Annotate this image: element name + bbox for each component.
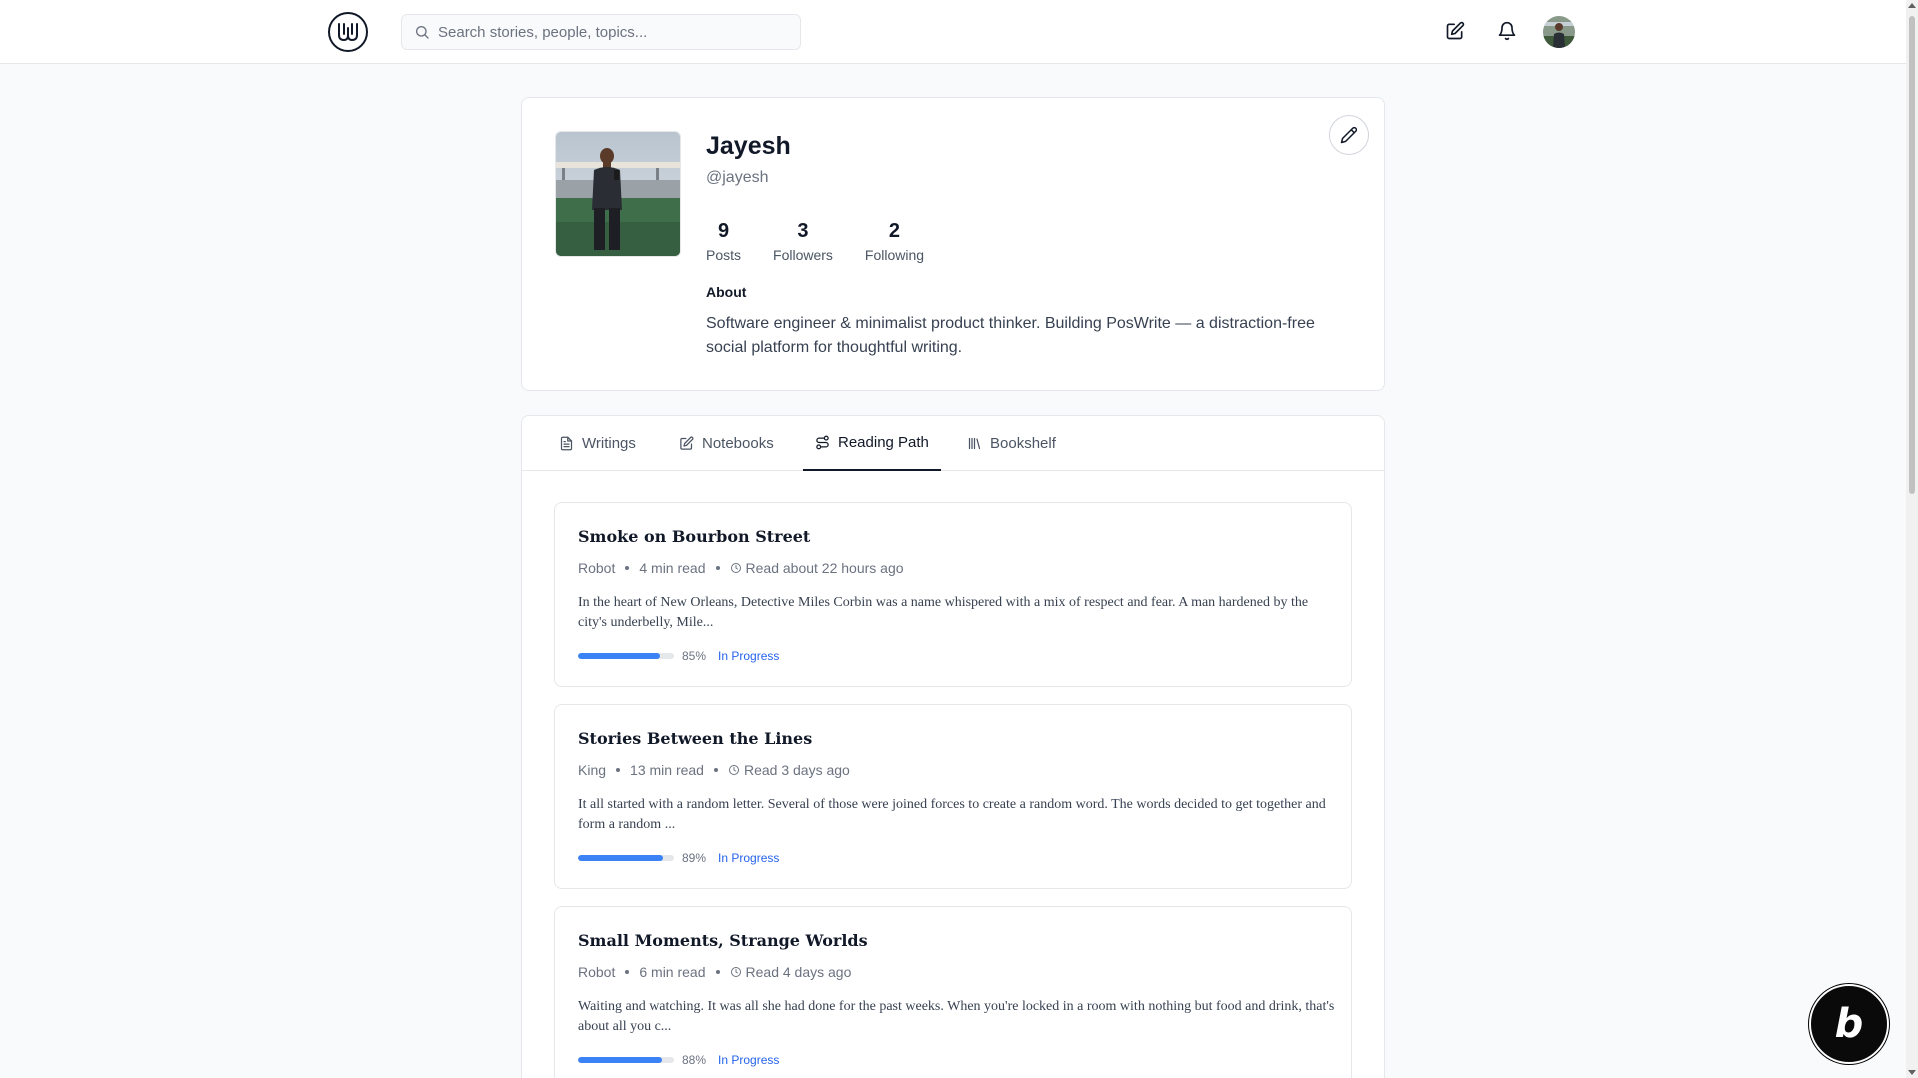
user-avatar[interactable] <box>1543 16 1575 48</box>
story-author[interactable]: Robot <box>578 560 615 576</box>
pencil-icon <box>1340 126 1358 144</box>
progress-bar <box>578 855 674 861</box>
about-heading: About <box>706 284 747 300</box>
tab-reading-path[interactable]: Reading Path <box>803 416 941 471</box>
page-scrollbar[interactable] <box>1906 0 1918 1078</box>
separator-dot <box>713 768 718 772</box>
progress-percent: 89% <box>682 851 707 865</box>
story-title[interactable]: Stories Between the Lines <box>578 729 812 748</box>
notifications-button[interactable] <box>1495 19 1519 43</box>
search-input[interactable] <box>438 23 778 41</box>
tab-label: Bookshelf <box>990 435 1056 452</box>
story-author[interactable]: King <box>578 762 606 778</box>
scroll-thumb[interactable] <box>1909 16 1915 494</box>
library-icon <box>968 437 981 450</box>
search-icon <box>416 26 429 39</box>
clock-icon <box>730 967 741 977</box>
reading-progress: 89% In Progress <box>578 851 779 865</box>
stat-posts[interactable]: 9 Posts <box>706 220 741 263</box>
reading-progress: 88% In Progress <box>578 1053 779 1067</box>
stat-label: Following <box>864 247 925 263</box>
separator-dot <box>616 768 621 772</box>
story-excerpt: Waiting and watching. It was all she had… <box>578 999 1335 1034</box>
stat-label: Posts <box>706 247 742 263</box>
bolt-logo-letter: b <box>1834 1001 1864 1047</box>
story-read-time: 6 min read <box>639 964 706 980</box>
about-text: Software engineer & minimalist product t… <box>706 315 1315 356</box>
story-meta: Robot 4 min read Read about 22 hours ago <box>578 560 904 576</box>
story-read-time: 13 min read <box>630 762 704 778</box>
reading-card[interactable]: Smoke on Bourbon Street Robot 4 min read… <box>554 502 1352 687</box>
profile-card: Jayesh @jayesh 9 Posts 3 Followers 2 Fol… <box>521 97 1385 391</box>
progress-percent: 85% <box>682 649 707 663</box>
profile-handle: @jayesh <box>706 169 769 186</box>
search-box[interactable] <box>401 14 801 50</box>
app-logo[interactable] <box>328 12 368 52</box>
story-last-read: Read 3 days ago <box>743 762 850 778</box>
story-excerpt: In the heart of New Orleans, Detective M… <box>578 595 1309 630</box>
separator-dot <box>625 970 630 974</box>
progress-fill <box>578 653 660 659</box>
stat-label: Followers <box>773 247 833 263</box>
edit-icon <box>680 436 694 450</box>
progress-fill <box>578 855 664 861</box>
story-meta: King 13 min read Read 3 days ago <box>578 762 850 778</box>
profile-name: Jayesh <box>706 132 791 160</box>
reading-progress: 85% In Progress <box>578 649 779 663</box>
story-title[interactable]: Small Moments, Strange Worlds <box>578 931 868 950</box>
progress-bar <box>578 653 674 659</box>
scroll-up-arrow-icon[interactable] <box>1908 3 1916 8</box>
story-title[interactable]: Smoke on Bourbon Street <box>578 527 810 546</box>
bell-icon <box>1498 21 1516 41</box>
story-excerpt: It all started with a random letter. Sev… <box>578 797 1326 832</box>
file-text-icon <box>560 436 573 451</box>
status-badge: In Progress <box>718 649 780 663</box>
profile-photo <box>555 131 681 257</box>
story-last-read: Read about 22 hours ago <box>745 560 904 576</box>
write-button[interactable] <box>1443 19 1467 43</box>
reading-card[interactable]: Stories Between the Lines King 13 min re… <box>554 704 1352 889</box>
stat-following[interactable]: 2 Following <box>865 220 924 263</box>
logo-icon <box>338 23 358 42</box>
tab-writings[interactable]: Writings <box>559 416 636 471</box>
top-navigation-bar <box>0 0 1906 64</box>
stat-followers[interactable]: 3 Followers <box>773 220 833 263</box>
profile-stats: 9 Posts 3 Followers 2 Following <box>706 220 956 263</box>
route-icon <box>816 435 829 450</box>
tab-bookshelf[interactable]: Bookshelf <box>967 416 1056 471</box>
edit-profile-button[interactable] <box>1329 115 1369 155</box>
profile-tabs: Writings Notebooks Reading Path Bookshel… <box>522 416 1384 471</box>
scroll-down-arrow-icon[interactable] <box>1908 1070 1916 1075</box>
status-badge: In Progress <box>718 851 780 865</box>
avatar-image <box>1543 16 1575 48</box>
bolt-badge[interactable]: b <box>1809 984 1889 1064</box>
separator-dot <box>715 566 720 570</box>
tab-label: Reading Path <box>838 434 929 451</box>
write-icon <box>1446 21 1465 40</box>
tab-label: Writings <box>582 435 636 452</box>
clock-icon <box>730 563 741 573</box>
progress-percent: 88% <box>682 1053 707 1067</box>
stat-value: 3 <box>797 220 809 242</box>
status-badge: In Progress <box>718 1053 780 1067</box>
story-meta: Robot 6 min read Read 4 days ago <box>578 964 851 980</box>
story-read-time: 4 min read <box>639 560 706 576</box>
story-author[interactable]: Robot <box>578 964 615 980</box>
profile-image <box>556 132 680 256</box>
story-last-read: Read 4 days ago <box>745 964 852 980</box>
separator-dot <box>625 566 630 570</box>
progress-fill <box>578 1057 663 1063</box>
stat-value: 2 <box>888 220 901 242</box>
progress-bar <box>578 1057 674 1063</box>
stat-value: 9 <box>717 220 730 242</box>
tab-label: Notebooks <box>702 435 774 452</box>
content-card: Writings Notebooks Reading Path Bookshel… <box>521 415 1385 1078</box>
reading-card[interactable]: Small Moments, Strange Worlds Robot 6 mi… <box>554 906 1352 1078</box>
separator-dot <box>715 970 720 974</box>
clock-icon <box>728 765 739 775</box>
tab-notebooks[interactable]: Notebooks <box>679 416 774 471</box>
